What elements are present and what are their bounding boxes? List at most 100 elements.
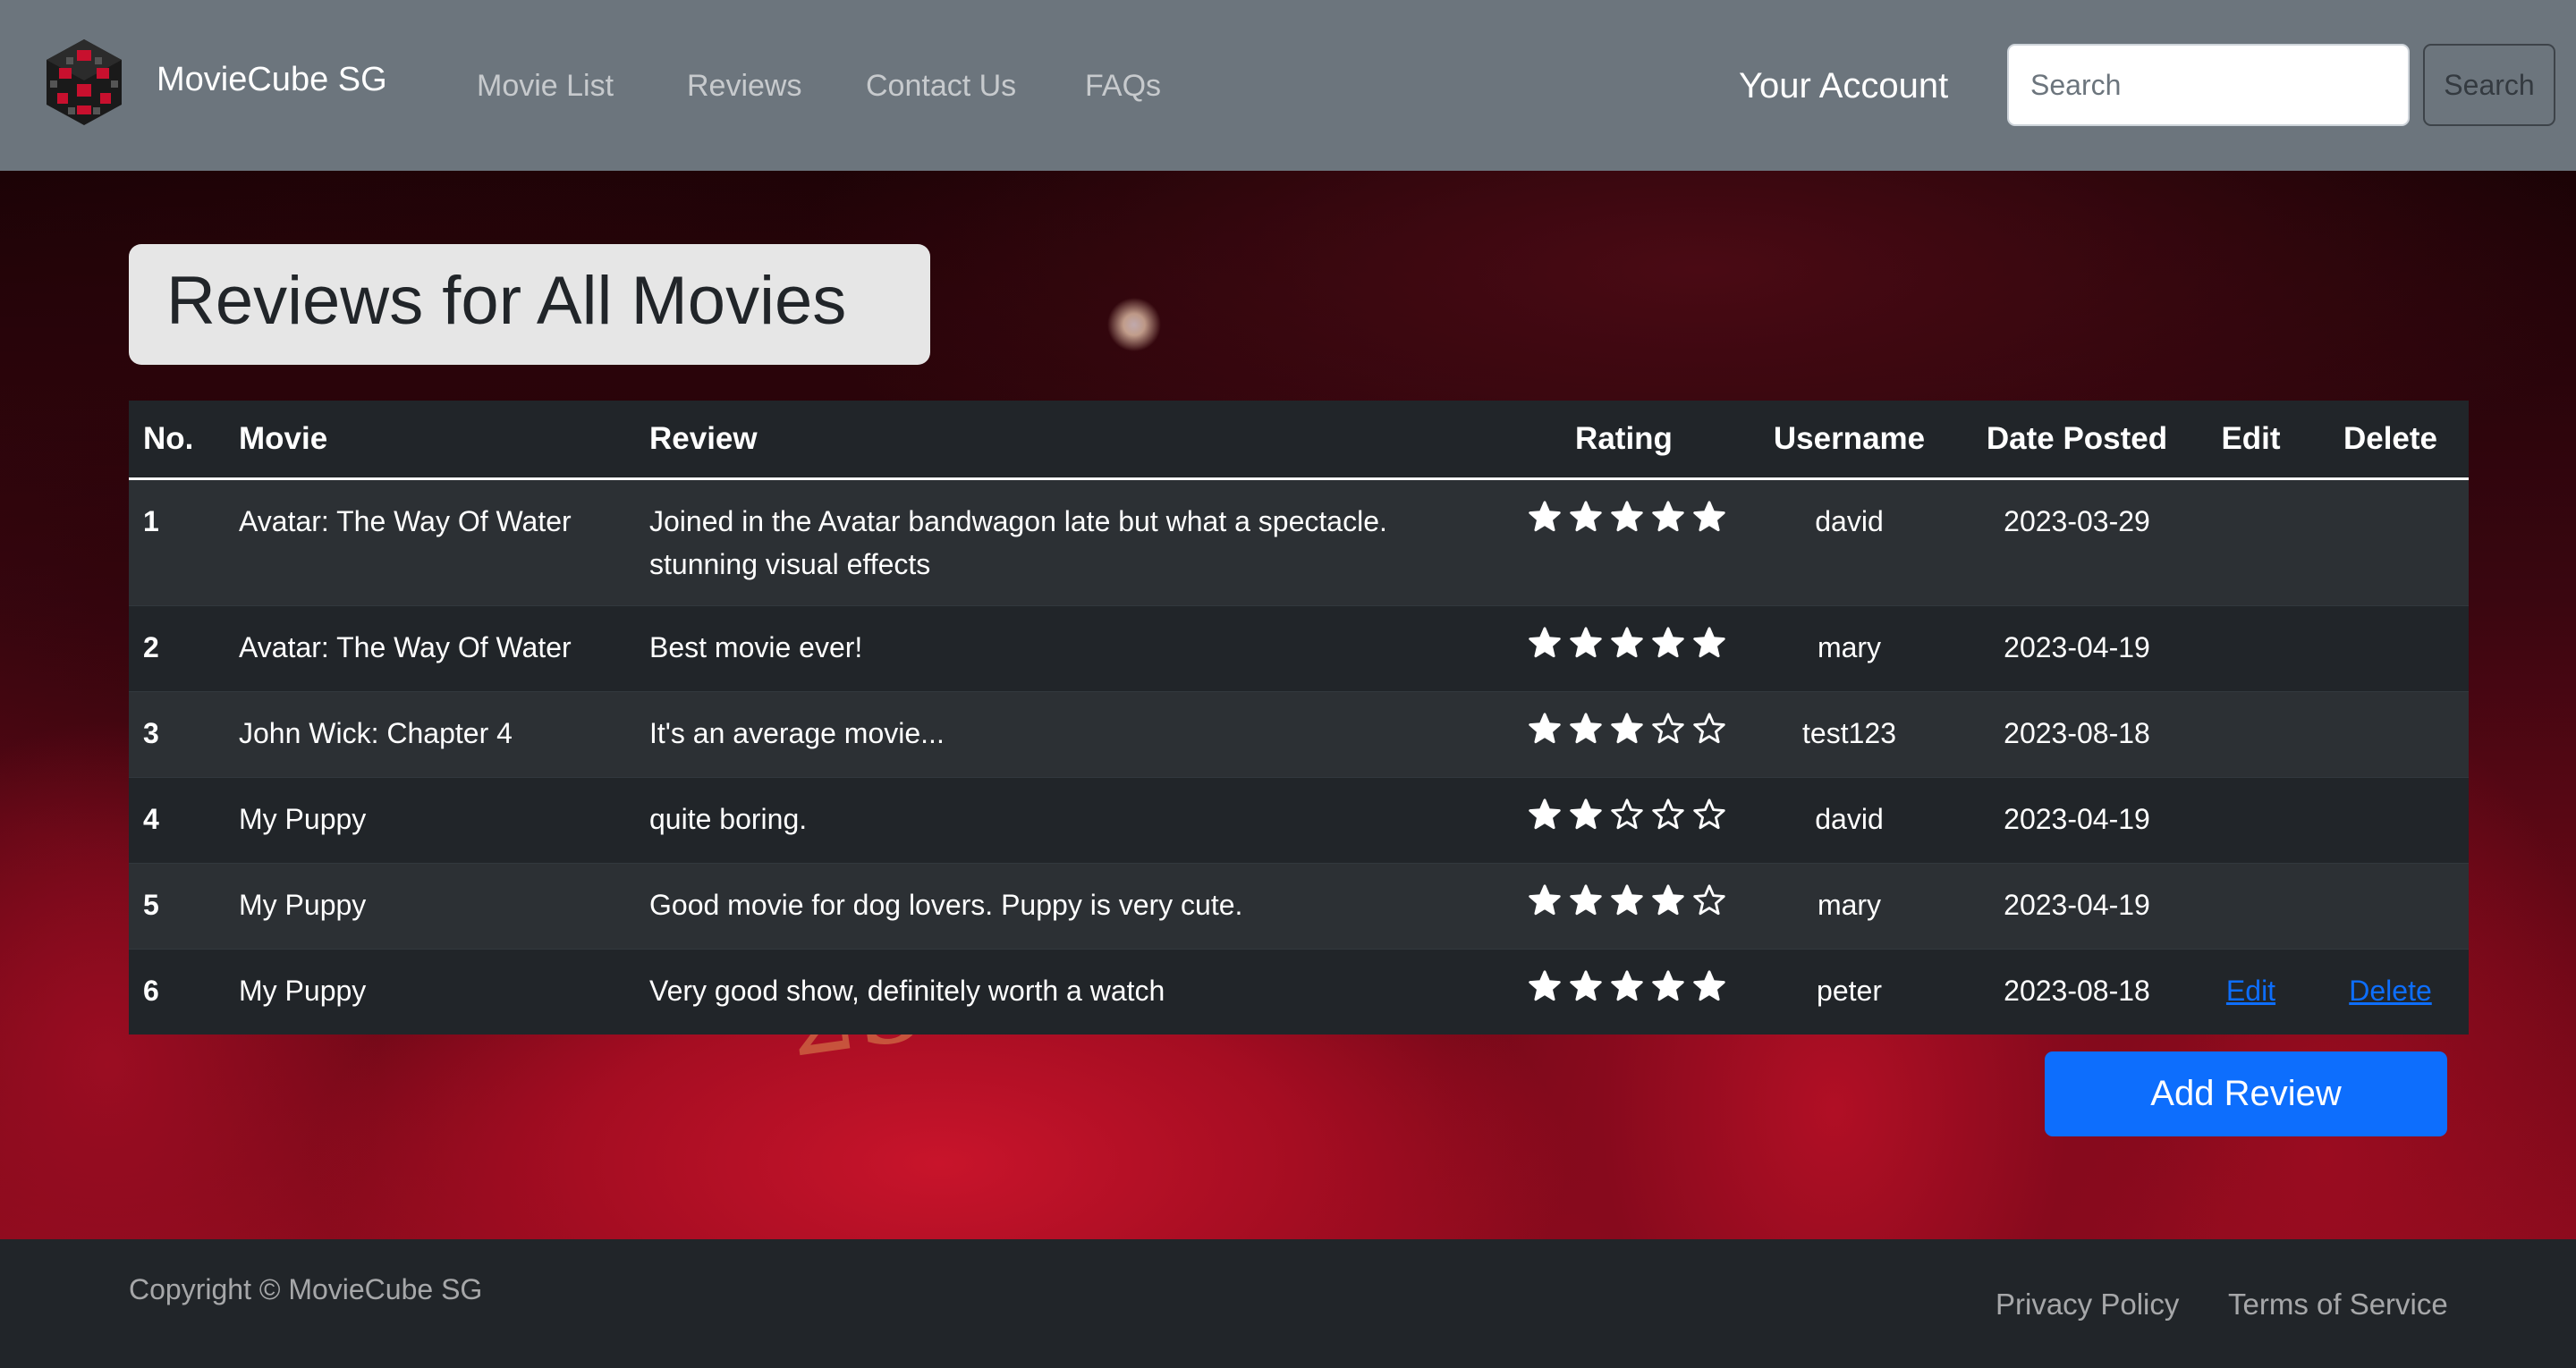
row-review: Very good show, definitely worth a watch bbox=[635, 949, 1513, 1034]
star-filled-icon bbox=[1652, 501, 1684, 532]
star-filled-icon bbox=[1529, 713, 1561, 744]
star-rating bbox=[1528, 883, 1726, 917]
row-review: Best movie ever! bbox=[635, 605, 1513, 692]
row-no: 2 bbox=[129, 605, 225, 692]
row-delete bbox=[2312, 777, 2469, 864]
copyright-text: Copyright © MovieCube SG bbox=[129, 1273, 483, 1305]
header-review: Review bbox=[635, 401, 1513, 480]
header-delete: Delete bbox=[2312, 401, 2469, 480]
nav-link-movie-list[interactable]: Movie List bbox=[477, 69, 614, 104]
row-username: david bbox=[1734, 777, 1964, 864]
edit-link[interactable]: Edit bbox=[2226, 975, 2275, 1007]
table-row: 3 John Wick: Chapter 4 It's an average m… bbox=[129, 691, 2469, 778]
star-filled-icon bbox=[1611, 970, 1643, 1001]
row-movie: My Puppy bbox=[225, 949, 635, 1034]
nav-link-reviews[interactable]: Reviews bbox=[687, 69, 801, 104]
row-edit bbox=[2190, 605, 2312, 692]
table-row: 2 Avatar: The Way Of Water Best movie ev… bbox=[129, 605, 2469, 692]
star-filled-icon bbox=[1570, 501, 1602, 532]
star-filled-icon bbox=[1611, 627, 1643, 658]
reviews-table-container: No. Movie Review Rating Username Date Po… bbox=[129, 401, 2469, 1034]
table-row: 6 My Puppy Very good show, definitely wo… bbox=[129, 949, 2469, 1034]
header-edit: Edit bbox=[2190, 401, 2312, 480]
star-filled-icon bbox=[1570, 713, 1602, 744]
row-rating bbox=[1513, 777, 1734, 864]
row-username: mary bbox=[1734, 863, 1964, 950]
search-button[interactable]: Search bbox=[2423, 44, 2555, 126]
star-rating bbox=[1528, 626, 1726, 660]
row-no: 1 bbox=[129, 478, 225, 606]
star-filled-icon bbox=[1529, 970, 1561, 1001]
star-empty-icon bbox=[1693, 884, 1725, 916]
star-empty-icon bbox=[1652, 713, 1684, 744]
row-edit bbox=[2190, 691, 2312, 778]
row-rating bbox=[1513, 949, 1734, 1034]
row-delete bbox=[2312, 605, 2469, 692]
page-title-box: Reviews for All Movies bbox=[129, 244, 930, 365]
star-filled-icon bbox=[1611, 713, 1643, 744]
row-rating bbox=[1513, 478, 1734, 606]
row-date-posted: 2023-04-19 bbox=[1964, 777, 2190, 864]
star-filled-icon bbox=[1529, 884, 1561, 916]
nav-link-contact-us[interactable]: Contact Us bbox=[866, 69, 1016, 104]
footer-link-privacy-policy[interactable]: Privacy Policy bbox=[1996, 1288, 2179, 1322]
star-filled-icon bbox=[1652, 884, 1684, 916]
star-rating bbox=[1528, 712, 1726, 746]
page-title: Reviews for All Movies bbox=[166, 263, 847, 339]
row-delete bbox=[2312, 863, 2469, 950]
row-date-posted: 2023-03-29 bbox=[1964, 478, 2190, 606]
star-filled-icon bbox=[1570, 798, 1602, 830]
row-delete: Delete bbox=[2312, 949, 2469, 1034]
star-filled-icon bbox=[1570, 627, 1602, 658]
star-filled-icon bbox=[1529, 798, 1561, 830]
star-filled-icon bbox=[1529, 627, 1561, 658]
row-date-posted: 2023-08-18 bbox=[1964, 949, 2190, 1034]
row-no: 5 bbox=[129, 863, 225, 950]
row-delete bbox=[2312, 691, 2469, 778]
table-row: 5 My Puppy Good movie for dog lovers. Pu… bbox=[129, 863, 2469, 950]
row-rating bbox=[1513, 863, 1734, 950]
nav-link-faqs[interactable]: FAQs bbox=[1085, 69, 1161, 104]
star-rating bbox=[1528, 798, 1726, 832]
nav-link-your-account[interactable]: Your Account bbox=[1739, 66, 1948, 106]
row-movie: My Puppy bbox=[225, 863, 635, 950]
row-review: Good movie for dog lovers. Puppy is very… bbox=[635, 863, 1513, 950]
row-username: test123 bbox=[1734, 691, 1964, 778]
star-empty-icon bbox=[1611, 798, 1643, 830]
footer-link-terms-of-service[interactable]: Terms of Service bbox=[2228, 1288, 2448, 1322]
moviecube-logo-icon[interactable] bbox=[41, 38, 127, 127]
search-input[interactable] bbox=[2007, 44, 2410, 126]
row-edit bbox=[2190, 863, 2312, 950]
navbar: MovieCube SG Movie List Reviews Contact … bbox=[0, 0, 2576, 171]
table-row: 1 Avatar: The Way Of Water Joined in the… bbox=[129, 478, 2469, 606]
header-username: Username bbox=[1734, 401, 1964, 480]
row-date-posted: 2023-04-19 bbox=[1964, 605, 2190, 692]
star-filled-icon bbox=[1570, 884, 1602, 916]
star-filled-icon bbox=[1570, 970, 1602, 1001]
star-filled-icon bbox=[1611, 501, 1643, 532]
header-no: No. bbox=[129, 401, 225, 480]
star-filled-icon bbox=[1611, 884, 1643, 916]
row-delete bbox=[2312, 478, 2469, 606]
star-rating bbox=[1528, 500, 1726, 534]
star-rating bbox=[1528, 969, 1726, 1003]
row-username: david bbox=[1734, 478, 1964, 606]
star-empty-icon bbox=[1693, 713, 1725, 744]
star-empty-icon bbox=[1693, 798, 1725, 830]
brand-name[interactable]: MovieCube SG bbox=[157, 61, 387, 99]
star-filled-icon bbox=[1529, 501, 1561, 532]
header-movie: Movie bbox=[225, 401, 635, 480]
star-filled-icon bbox=[1652, 627, 1684, 658]
header-date-posted: Date Posted bbox=[1964, 401, 2190, 480]
star-filled-icon bbox=[1693, 627, 1725, 658]
add-review-button[interactable]: Add Review bbox=[2045, 1051, 2447, 1136]
row-movie: My Puppy bbox=[225, 777, 635, 864]
table-header-row: No. Movie Review Rating Username Date Po… bbox=[129, 401, 2469, 480]
header-rating: Rating bbox=[1513, 401, 1734, 480]
row-date-posted: 2023-04-19 bbox=[1964, 863, 2190, 950]
row-review: quite boring. bbox=[635, 777, 1513, 864]
delete-link[interactable]: Delete bbox=[2349, 975, 2432, 1007]
row-rating bbox=[1513, 691, 1734, 778]
row-no: 3 bbox=[129, 691, 225, 778]
reviews-table: No. Movie Review Rating Username Date Po… bbox=[129, 401, 2469, 1034]
